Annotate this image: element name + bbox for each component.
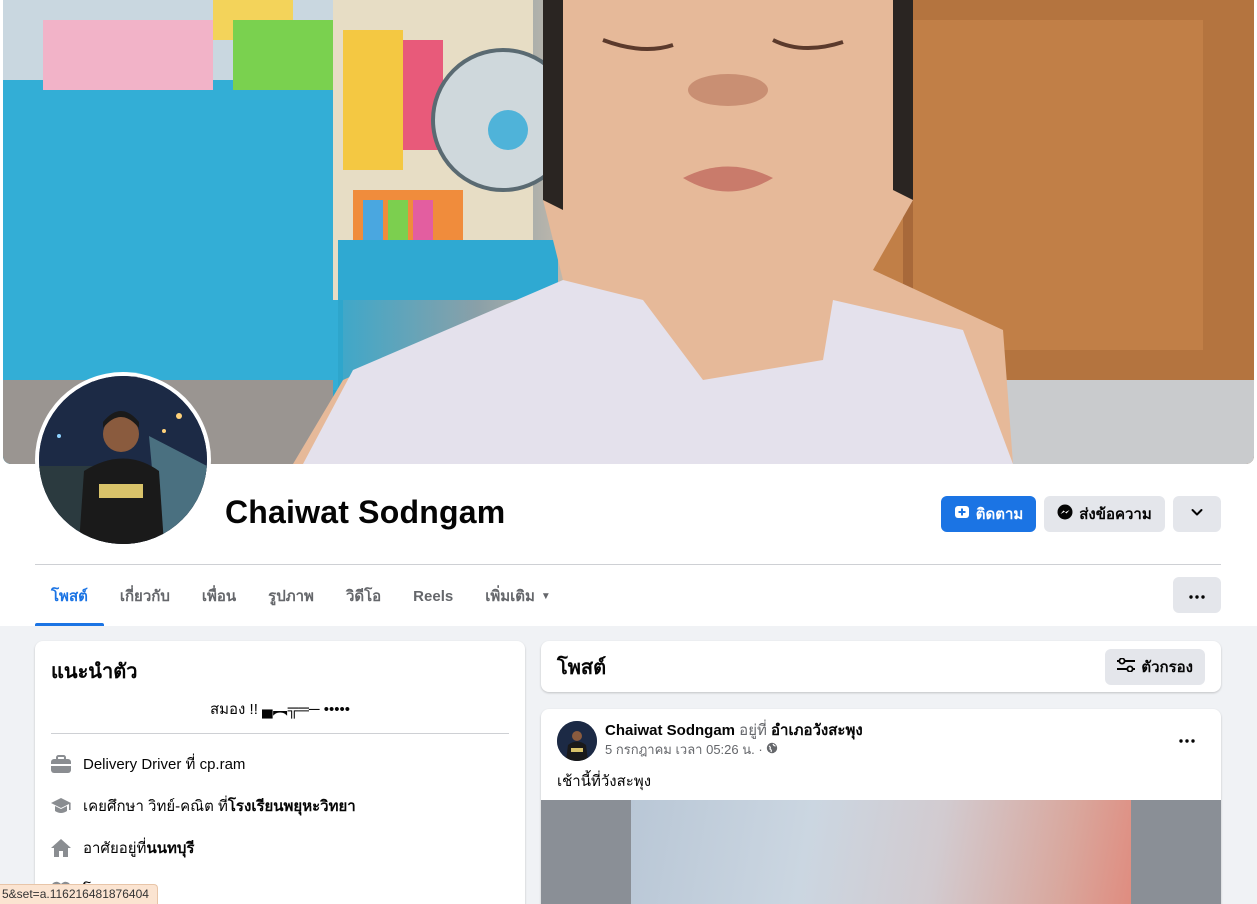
status-bar-url: 5&set=a.116216481876404 xyxy=(0,884,158,904)
profile-page: Chaiwat Sodngam ติดตาม ส่งข้อความ โพสต์ … xyxy=(0,0,1257,904)
tab-label: วิดีโอ xyxy=(345,588,382,605)
header-divider xyxy=(35,564,1221,565)
filter-button[interactable]: ตัวกรอง xyxy=(1105,648,1205,685)
tab-friends[interactable]: เพื่อน xyxy=(186,566,252,626)
more-dots-icon xyxy=(1179,730,1195,748)
home-icon xyxy=(51,838,71,858)
post-options-button[interactable] xyxy=(1169,727,1205,751)
post-sub-line: 5 กรกฎาคม เวลา 05:26 น. · xyxy=(605,741,863,759)
chevron-down-icon xyxy=(1190,505,1204,523)
intro-card: แนะนำตัว สมอง !! ▄︻╦═─ ••••• Delivery Dr… xyxy=(35,641,525,904)
education-school[interactable]: โรงเรียนพยุหะวิทยา xyxy=(228,794,356,818)
briefcase-icon xyxy=(51,754,71,774)
post-author-name[interactable]: Chaiwat Sodngam xyxy=(605,722,735,739)
tab-label: เพื่อน xyxy=(201,588,237,605)
message-button[interactable]: ส่งข้อความ xyxy=(1044,496,1165,532)
posts-header: โพสต์ ตัวกรอง xyxy=(541,641,1221,692)
posts-title: โพสต์ xyxy=(557,656,607,679)
globe-icon xyxy=(766,741,778,759)
profile-name: Chaiwat Sodngam xyxy=(225,494,506,530)
filter-icon xyxy=(1117,657,1136,676)
intro-divider xyxy=(51,733,509,734)
tab-label: Reels xyxy=(413,587,454,605)
post-author-line: Chaiwat Sodngam อยู่ที่ อำเภอวังสะพุง xyxy=(605,721,863,741)
intro-bio: สมอง !! ▄︻╦═─ ••••• xyxy=(210,701,350,718)
post-card: Chaiwat Sodngam อยู่ที่ อำเภอวังสะพุง 5 … xyxy=(541,709,1221,904)
profile-header: Chaiwat Sodngam ติดตาม ส่งข้อความ โพสต์ … xyxy=(0,0,1257,626)
tab-posts[interactable]: โพสต์ xyxy=(35,566,104,626)
tab-label: โพสต์ xyxy=(51,588,88,605)
post-author-avatar[interactable] xyxy=(557,721,597,761)
home-place[interactable]: นนทบุรี xyxy=(146,836,194,860)
home-prefix: อาศัยอยู่ที่ xyxy=(83,840,147,857)
follow-label: ติดตาม xyxy=(975,506,1024,523)
intro-home: อาศัยอยู่ที่ นนทบุรี xyxy=(51,836,509,860)
tab-more[interactable]: เพิ่มเติม ▼ xyxy=(469,566,567,626)
cover-photo[interactable] xyxy=(3,0,1254,464)
post-meta: Chaiwat Sodngam อยู่ที่ อำเภอวังสะพุง 5 … xyxy=(605,721,863,761)
tab-about[interactable]: เกี่ยวกับ xyxy=(104,566,186,626)
intro-work: Delivery Driver ที่ cp.ram xyxy=(51,752,509,776)
post-timestamp[interactable]: 5 กรกฎาคม เวลา 05:26 น. · xyxy=(605,741,763,759)
post-location[interactable]: อำเภอวังสะพุง xyxy=(771,722,863,739)
tab-label: เกี่ยวกับ xyxy=(119,588,170,605)
tab-options-button[interactable] xyxy=(1173,577,1221,613)
work-text: Delivery Driver ที่ cp.ram xyxy=(83,756,246,773)
post-media[interactable] xyxy=(541,800,1221,904)
tab-reels[interactable]: Reels xyxy=(397,566,469,626)
message-label: ส่งข้อความ xyxy=(1079,506,1152,523)
more-actions-button[interactable] xyxy=(1173,496,1221,532)
filter-label: ตัวกรอง xyxy=(1141,658,1193,676)
intro-title: แนะนำตัว xyxy=(51,661,138,683)
graduation-cap-icon xyxy=(51,796,71,816)
tab-videos[interactable]: วิดีโอ xyxy=(330,566,397,626)
profile-avatar[interactable] xyxy=(35,372,211,548)
post-at-label: อยู่ที่ xyxy=(735,722,772,739)
avatar-photo xyxy=(39,376,207,544)
education-prefix: เคยศึกษา วิทย์-คณิต ที่ xyxy=(83,798,228,815)
caret-down-icon: ▼ xyxy=(540,590,551,602)
follow-button[interactable]: ติดตาม xyxy=(941,496,1036,532)
tab-label: รูปภาพ xyxy=(268,588,314,605)
tab-photos[interactable]: รูปภาพ xyxy=(252,566,330,626)
profile-actions: ติดตาม ส่งข้อความ xyxy=(941,496,1221,532)
intro-details: Delivery Driver ที่ cp.ram เคยศึกษา วิทย… xyxy=(51,752,509,902)
follow-icon xyxy=(954,504,970,524)
profile-tabs: โพสต์ เกี่ยวกับ เพื่อน รูปภาพ วิดีโอ Ree… xyxy=(35,566,567,626)
post-text: เช้านี้ที่วังสะพุง xyxy=(557,773,652,790)
intro-education: เคยศึกษา วิทย์-คณิต ที่ โรงเรียนพยุหะวิท… xyxy=(51,794,509,818)
messenger-icon xyxy=(1057,504,1073,524)
more-dots-icon xyxy=(1189,586,1205,604)
post-header: Chaiwat Sodngam อยู่ที่ อำเภอวังสะพุง 5 … xyxy=(557,721,863,761)
post-photo[interactable] xyxy=(631,800,1131,904)
tab-label: เพิ่มเติม xyxy=(485,588,535,605)
